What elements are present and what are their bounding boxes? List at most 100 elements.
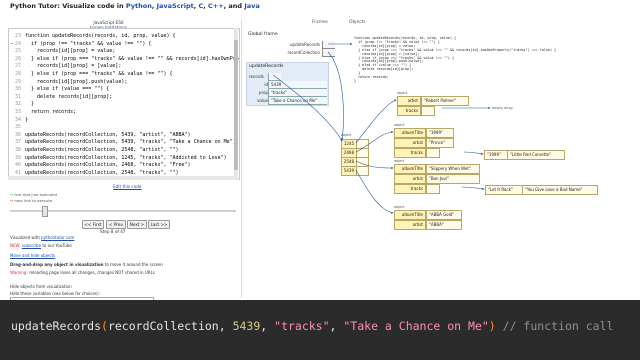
line-text: function updateRecords(records, id, prop… (25, 33, 176, 39)
lang-link-c[interactable]: C (198, 2, 203, 10)
dict-value: "Robert Palmer" (421, 96, 469, 106)
code-editor[interactable]: 23 function updateRecords(records, id, pr… (8, 28, 240, 180)
caption-arg-collection: recordCollection, (107, 319, 233, 333)
line-text: } else if (value === "") { (25, 86, 110, 93)
line-text: } (25, 116, 29, 123)
line-text: return records; (25, 109, 77, 115)
legend-green-label: line that just executed (14, 192, 57, 197)
global-frame-title: Global frame (248, 32, 278, 37)
drag-drop-bold: Drag-and-drop any object in visualizatio… (10, 262, 104, 267)
caption-arg-prop: "tracks" (274, 319, 330, 333)
caption-arg-value: "Take a Chance on Me" (343, 319, 489, 333)
warning-label: Warning: (10, 270, 30, 275)
line-text: records[id][prop] = [value]; (25, 63, 122, 70)
collection-entry: 1245 (341, 139, 371, 149)
function-frame[interactable]: updateRecords records id 5439 prop "tracks… (246, 62, 329, 106)
lang-link-java[interactable]: Java (244, 2, 259, 10)
global-ptr-cell-2 (322, 49, 335, 57)
move-hide-objects-link[interactable]: Move and hide objects (10, 253, 55, 258)
dict-value: "ABBA" (426, 220, 462, 230)
red-arrow-icon: → (10, 198, 14, 203)
prev-button[interactable]: < Prev (106, 220, 126, 229)
collection-entry: 2468 (341, 148, 371, 158)
line-text: } else if (prop === "tracks" && value !=… (31, 55, 239, 62)
var-value: 5439 (268, 81, 327, 89)
caption-sep-2: , (329, 319, 344, 333)
var-label: prop (258, 90, 268, 95)
bottom-caption-code: updateRecords(recordCollection, 5439, "t… (11, 319, 613, 333)
code-horizontal-scrollbar[interactable] (8, 176, 238, 180)
visualized-with-text: Visualized with (10, 235, 42, 240)
frames-heading: Frames (312, 20, 328, 25)
lang-link-javascript[interactable]: JavaScript (157, 2, 194, 10)
arrow-key-5439 (355, 169, 394, 214)
caption-close-paren: ) (488, 319, 496, 333)
new-tag: NEW: (10, 243, 22, 248)
warning-text: reloading page loses all changes, change… (29, 270, 155, 275)
frame-var-value: value "Take a Chance on Me" (247, 97, 328, 105)
code-scroll-thumb[interactable] (234, 40, 238, 170)
object-4-label: object (394, 205, 405, 209)
legend-red-label: next line to execute (14, 198, 53, 203)
line-text: delete records[id][prop]; (25, 93, 113, 100)
empty-array-label: empty array (492, 106, 513, 110)
line-text: if (prop !== "tracks" && value !== "") { (25, 40, 152, 47)
reload-warning: Warning: reloading page loses all change… (10, 270, 155, 275)
list-item: "You Give Love a Bad Name" (522, 185, 598, 195)
legend-just-executed: → line that just executed (10, 192, 57, 197)
collection-pointer-cell (356, 166, 369, 176)
line-text: records[id][prop] = value; (25, 48, 116, 55)
first-button[interactable]: << First (82, 220, 104, 229)
line-text: } else if (prop === "tracks" && value !=… (25, 71, 173, 77)
global-var-updaterecords: updateRecords (290, 42, 320, 47)
arrow-obj2-tracks (463, 151, 484, 155)
collection-entry: 2548 (341, 157, 371, 167)
next-button[interactable]: Next > (127, 220, 147, 229)
step-slider-thumb[interactable] (42, 206, 48, 217)
collection-key: 5439 (341, 166, 357, 176)
step-counter: Step 8 of 47 (100, 229, 126, 234)
line-text: updateRecords(recordCollection, 5439, "a… (25, 131, 191, 138)
global-ptr-cell-1 (322, 41, 335, 49)
dict-key: tracks (397, 106, 421, 116)
hide-objects-heading: Hide objects from visualization (10, 284, 72, 289)
dict-key: artist (394, 138, 426, 148)
dict-key: tracks (394, 148, 426, 158)
function-object-code[interactable]: function updateRecords(records, id, prop… (354, 36, 556, 84)
arrow-key-1245 (355, 99, 397, 144)
dict-value: "1999" (426, 128, 454, 138)
frame-var-id: id 5439 (247, 81, 328, 89)
youtube-text: to our YouTube (41, 243, 72, 248)
edit-code-link[interactable]: Edit this code (113, 184, 142, 189)
pythontutor-link[interactable]: pythontutor.com (41, 235, 74, 240)
list-item: "Let It Rock" (485, 185, 523, 195)
last-button[interactable]: Last >> (148, 220, 170, 229)
subscribe-link[interactable]: subscribe (22, 243, 41, 248)
object-2-label: object (394, 123, 405, 127)
dict-key: tracks (394, 184, 426, 194)
pane-divider (241, 20, 242, 298)
caption-function-name: updateRecords (11, 319, 102, 333)
line-text: updateRecords(recordCollection, 1245, "t… (25, 154, 227, 161)
var-value: "Take a Chance on Me" (268, 97, 327, 105)
var-value: "tracks" (268, 89, 327, 97)
var-value (268, 73, 281, 81)
func-code-line: } (354, 78, 357, 83)
line-text: } (25, 101, 35, 108)
dict-value: "Bon Jovi" (426, 174, 480, 184)
lang-link-cpp[interactable]: C++ (208, 2, 224, 10)
drag-drop-text: to move it around the screen (103, 262, 163, 267)
dict-key: artist (397, 96, 421, 106)
dict-value (421, 106, 435, 116)
green-arrow-icon: → (10, 192, 14, 197)
title-prefix: Python Tutor: Visualize code in (10, 2, 126, 10)
line-text: updateRecords(recordCollection, 2548, "t… (25, 169, 179, 176)
and-word: , and (223, 2, 245, 10)
collection-entry: 5439 (341, 166, 371, 176)
lang-link-python[interactable]: Python (126, 2, 152, 10)
var-label: records (249, 74, 264, 79)
line-text: records[id][prop].push(value); (25, 78, 128, 85)
object-1-label: object (397, 91, 408, 95)
dict-key: albumTitle (394, 210, 426, 220)
arrow-obj3-tracks (461, 186, 485, 190)
